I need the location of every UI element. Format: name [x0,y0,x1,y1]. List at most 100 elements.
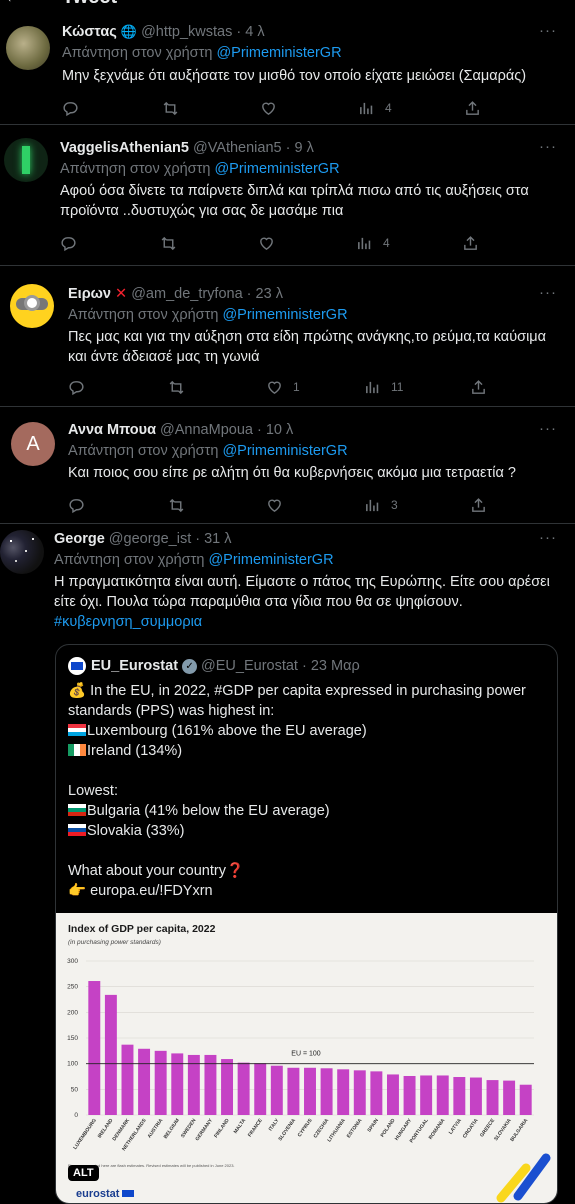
mention-link[interactable]: @PrimeministerGR [222,443,347,459]
author-handle[interactable]: @VAthenian5 · 9 λ [193,140,314,156]
eurostat-swoosh-icon [496,1148,551,1203]
eu-reference-label: EU = 100 [291,1051,320,1058]
mention-link[interactable]: @PrimeministerGR [214,161,339,177]
slovakia-flag-icon [68,824,86,836]
like-button[interactable] [266,495,293,515]
quote-author-name[interactable]: EU_Eurostat [91,658,178,674]
bar-slovakia [503,1080,516,1115]
author-name[interactable]: Αννα Μπουα [68,422,156,438]
bar-malta [237,1062,250,1115]
views-icon [364,379,381,396]
share-button[interactable] [470,377,487,397]
author-handle[interactable]: @http_kwstas · 4 λ [141,24,265,40]
author-name[interactable]: VaggelisAthenian5 [60,140,189,156]
bar-finland [221,1059,234,1115]
bar-france [254,1063,267,1115]
author-name[interactable]: George [54,531,105,547]
retweet-button[interactable] [160,233,177,253]
quote-line: Slovakia (33%) [87,823,185,839]
more-options-icon[interactable]: ··· [539,22,557,39]
reply-button[interactable] [60,233,77,253]
ireland-flag-icon [68,744,86,756]
hashtag-link[interactable]: #κυβερνηση_συμμορια [54,614,202,630]
tweet-text: Αφού όσα δίνετε τα παίρνετε διπλά και τρ… [60,183,529,219]
eurostat-wordmark: eurostat [76,1188,135,1200]
quote-line: What about your country [68,863,226,879]
retweet-button[interactable] [168,495,185,515]
retweet-icon [160,235,177,252]
views-count: 3 [391,498,398,512]
reply-icon [60,235,77,252]
share-button[interactable] [462,233,479,253]
mention-link[interactable]: @PrimeministerGR [222,307,347,323]
views-icon [364,497,381,514]
reply-button[interactable] [68,377,85,397]
bulgaria-flag-icon [68,804,86,816]
gdp-chart: Index of GDP per capita, 2022 (in purchas… [67,923,534,1168]
like-button[interactable] [258,233,285,253]
more-options-icon[interactable]: ··· [539,138,557,155]
y-tick-label: 200 [67,1009,78,1016]
bar-luxembourg [88,981,101,1115]
avatar[interactable] [6,26,50,70]
money-bag-icon: 💰 [68,683,87,699]
author-handle[interactable]: @george_ist · 31 λ [109,531,232,547]
bar-greece [486,1080,499,1115]
reply-prefix: Απάντηση στον χρήστη [54,552,205,568]
author-name[interactable]: Κώστας [62,24,117,40]
author-name[interactable]: Ειρων [68,286,111,302]
x-tick-label: CZECHIA [313,1117,331,1139]
share-icon [470,497,487,514]
quote-line: Bulgaria (41% below the EU average) [87,803,330,819]
reply-icon [62,100,79,117]
views-button[interactable]: 4 [358,98,392,118]
more-options-icon[interactable]: ··· [539,420,557,437]
quote-line: In the EU, in 2022, #GDP per capita expr… [68,683,526,719]
avatar[interactable] [10,284,54,328]
alt-badge[interactable]: ALT [68,1165,99,1181]
bar-spain [370,1071,383,1115]
x-tick-label: GREECE [479,1117,496,1138]
quote-link[interactable]: europa.eu/!FDYxrn [90,883,213,899]
luxembourg-flag-icon [68,724,86,736]
bar-czechia [320,1068,333,1115]
retweet-button[interactable] [162,98,179,118]
share-button[interactable] [470,495,487,515]
views-count: 4 [383,236,390,250]
bar-slovenia [287,1067,300,1115]
views-button[interactable]: 3 [364,495,398,515]
reply-tweet[interactable]: A Αννα Μπουα @AnnaMpoua · 10 λ ··· Απάντ… [0,408,575,524]
views-button[interactable]: 4 [356,233,390,253]
like-button[interactable] [260,98,287,118]
bar-denmark [121,1044,134,1115]
more-options-icon[interactable]: ··· [539,284,557,301]
reply-prefix: Απάντηση στον χρήστη [68,443,219,459]
y-tick-label: 100 [67,1061,78,1068]
x-tick-label: POLAND [380,1117,397,1138]
reply-tweet[interactable]: VaggelisAthenian5 @VAthenian5 · 9 λ ··· … [0,126,575,266]
reply-tweet[interactable]: Ειρων ✕ @am_de_tryfona · 23 λ ··· Απάντη… [0,267,575,407]
bar-portugal [420,1075,433,1115]
mention-link[interactable]: @PrimeministerGR [216,45,341,61]
quote-author-handle[interactable]: @EU_Eurostat · 23 Μαρ [201,658,360,674]
share-button[interactable] [464,98,481,118]
reply-tweet[interactable]: Κώστας 🌐 @http_kwstas · 4 λ ··· Απάντηση… [0,0,575,125]
avatar[interactable]: A [11,422,55,466]
author-handle[interactable]: @am_de_tryfona · 23 λ [131,286,283,302]
avatar[interactable] [0,530,44,574]
retweet-button[interactable] [168,377,185,397]
mention-link[interactable]: @PrimeministerGR [208,552,333,568]
views-count: 11 [391,380,404,394]
views-button[interactable]: 11 [364,377,403,397]
cross-mark-icon: ✕ [115,286,128,302]
avatar[interactable] [4,138,48,182]
share-icon [470,379,487,396]
reply-button[interactable] [68,495,85,515]
bar-italy [270,1065,283,1115]
more-options-icon[interactable]: ··· [539,529,557,546]
chart-image[interactable]: Index of GDP per capita, 2022 (in purchas… [56,913,557,1203]
author-handle[interactable]: @AnnaMpoua · 10 λ [160,422,293,438]
like-button[interactable]: 1 [266,377,300,397]
reply-button[interactable] [62,98,79,118]
quoted-tweet[interactable]: EU_Eurostat ✓ @EU_Eurostat · 23 Μαρ 💰 In… [55,644,558,1204]
